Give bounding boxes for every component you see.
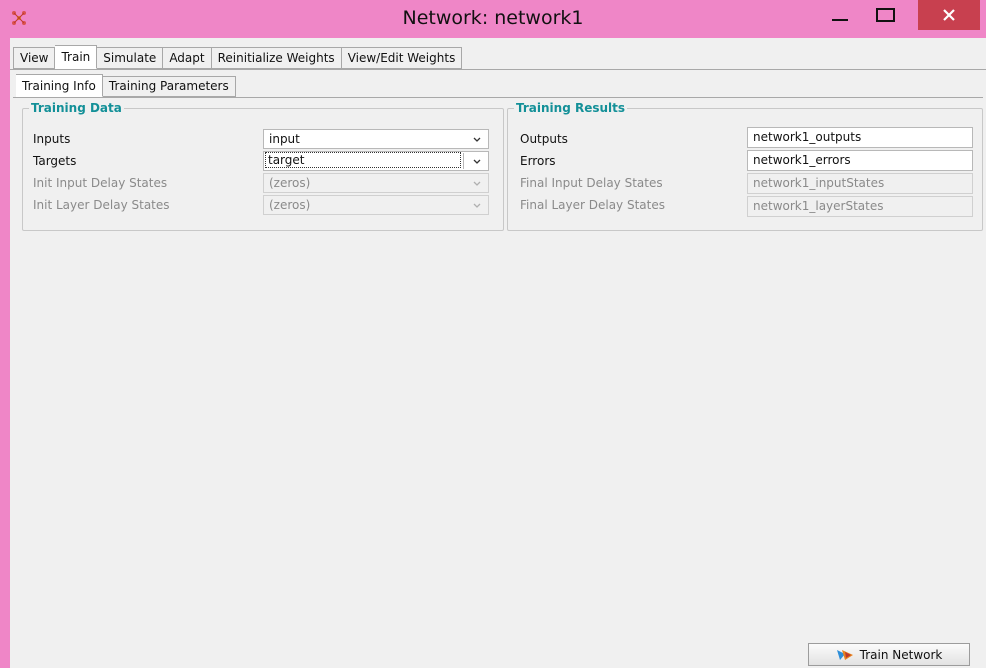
targets-select[interactable]: target [263,151,489,171]
init-layer-delay-label: Init Layer Delay States [33,198,170,212]
chevron-down-icon [473,203,481,208]
final-input-delay-label: Final Input Delay States [520,176,663,190]
tab-training-parameters[interactable]: Training Parameters [102,76,236,97]
train-network-label: Train Network [859,647,943,662]
maximize-icon [875,8,895,22]
tab-adapt[interactable]: Adapt [163,47,212,69]
minimize-icon [832,19,848,21]
final-layer-delay-label: Final Layer Delay States [520,198,665,212]
training-data-group: Training Data Inputs input Targets targe… [22,101,504,231]
outputs-field[interactable]: network1_outputs [747,127,973,148]
tab-view[interactable]: View [13,47,56,69]
chevron-down-icon [473,137,481,142]
tab-simulate[interactable]: Simulate [97,47,164,69]
errors-label: Errors [520,154,556,168]
maximize-button[interactable] [865,0,905,30]
main-tabs: View Train Simulate Adapt Reinitialize W… [13,45,463,69]
close-icon [943,9,955,21]
tab-training-info[interactable]: Training Info [16,74,103,97]
train-icon [836,649,853,660]
targets-value: target [265,152,461,168]
training-results-group: Training Results Outputs network1_output… [507,101,983,231]
init-input-delay-value: (zeros) [269,176,311,190]
chevron-down-icon [473,181,481,186]
tab-view-edit-weights[interactable]: View/Edit Weights [341,47,463,69]
window-content: View Train Simulate Adapt Reinitialize W… [10,38,986,668]
targets-label: Targets [33,154,77,168]
outputs-label: Outputs [520,132,568,146]
title-bar: Network: network1 [0,0,986,38]
tab-reinitialize-weights[interactable]: Reinitialize Weights [211,47,342,69]
tab-train[interactable]: Train [55,45,98,69]
train-network-button[interactable]: Train Network [808,643,970,666]
final-layer-delay-field: network1_layerStates [747,196,973,217]
init-input-delay-label: Init Input Delay States [33,176,168,190]
combo-divider [463,153,464,169]
close-button[interactable] [918,0,980,30]
errors-field[interactable]: network1_errors [747,150,973,171]
init-input-delay-select: (zeros) [263,173,489,193]
init-layer-delay-select: (zeros) [263,195,489,215]
final-input-delay-field: network1_inputStates [747,173,973,194]
init-layer-delay-value: (zeros) [269,198,311,212]
inputs-value: input [269,132,300,146]
chevron-down-icon [473,159,481,164]
training-data-title: Training Data [29,101,124,115]
inputs-label: Inputs [33,132,71,146]
subtabs-divider [13,97,983,98]
training-results-title: Training Results [514,101,628,115]
tabs-divider [10,69,986,70]
inputs-select[interactable]: input [263,129,489,149]
sub-tabs: Training Info Training Parameters [16,74,236,97]
minimize-button[interactable] [820,0,860,30]
